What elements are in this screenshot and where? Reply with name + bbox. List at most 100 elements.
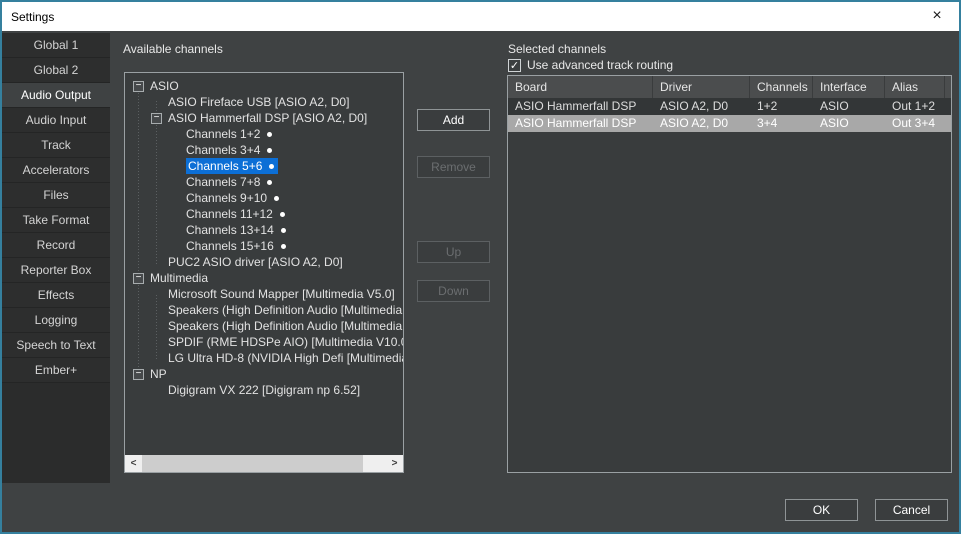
sidebar-item-ember[interactable]: Ember+ [2, 358, 110, 383]
up-button[interactable]: Up [417, 241, 490, 263]
sidebar-item-reporter-box[interactable]: Reporter Box [2, 258, 110, 283]
scrollbar-track[interactable] [363, 455, 386, 472]
down-button[interactable]: Down [417, 280, 490, 302]
column-header-interface[interactable]: Interface [813, 76, 885, 98]
tree-item-label: Channels 1+2 [186, 127, 260, 141]
table-row-selected[interactable]: ASIO Hammerfall DSP ASIO A2, D0 3+4 ASIO… [508, 115, 951, 132]
tree-item-channels-9-10[interactable]: Channels 9+10 [125, 190, 403, 206]
cell-driver: ASIO A2, D0 [653, 115, 750, 132]
tree-item-puc2[interactable]: PUC2 ASIO driver [ASIO A2, D0] [125, 254, 403, 270]
available-channels-tree: −ASIO ASIO Fireface USB [ASIO A2, D0] −A… [124, 72, 404, 473]
advanced-routing-label: Use advanced track routing [527, 58, 673, 72]
dialog-body: Global 1 Global 2 Audio Output Audio Inp… [2, 31, 959, 532]
cell-interface: ASIO [813, 98, 885, 115]
close-icon[interactable]: × [915, 2, 959, 31]
tree-item-fireface[interactable]: ASIO Fireface USB [ASIO A2, D0] [125, 94, 403, 110]
tree-item-channels-3-4[interactable]: Channels 3+4 [125, 142, 403, 158]
collapse-icon[interactable]: − [133, 81, 144, 92]
tree-item-channels-1-2[interactable]: Channels 1+2 [125, 126, 403, 142]
tree-item-label: Channels 13+14 [186, 223, 274, 237]
sidebar-item-accelerators[interactable]: Accelerators [2, 158, 110, 183]
tree-item-label: Channels 11+12 [186, 207, 273, 221]
cell-alias: Out 1+2 [885, 98, 945, 115]
cell-board: ASIO Hammerfall DSP [508, 115, 653, 132]
sidebar-item-record[interactable]: Record [2, 233, 110, 258]
checkbox-checked-icon[interactable]: ✓ [508, 59, 521, 72]
tree-item-lg-ultra[interactable]: LG Ultra HD-8 (NVIDIA High Defi [Multime… [125, 350, 403, 366]
channel-active-dot-icon [267, 132, 272, 137]
collapse-icon[interactable]: − [133, 273, 144, 284]
cancel-button[interactable]: Cancel [875, 499, 948, 521]
sidebar-item-logging[interactable]: Logging [2, 308, 110, 333]
sidebar-item-global-2[interactable]: Global 2 [2, 58, 110, 83]
tree-item-label: Microsoft Sound Mapper [Multimedia V5.0] [168, 287, 395, 301]
tree-item-speakers-1[interactable]: Speakers (High Definition Audio [Multime… [125, 302, 403, 318]
cell-channels: 1+2 [750, 98, 813, 115]
sidebar-item-global-1[interactable]: Global 1 [2, 33, 110, 58]
sidebar-item-effects[interactable]: Effects [2, 283, 110, 308]
sidebar-item-speech-to-text[interactable]: Speech to Text [2, 333, 110, 358]
horizontal-scrollbar[interactable]: < > [125, 455, 403, 472]
column-header-channels[interactable]: Channels [750, 76, 813, 98]
column-header-filler [945, 76, 952, 98]
tree-rows: −ASIO ASIO Fireface USB [ASIO A2, D0] −A… [125, 78, 403, 398]
tree-item-label: Channels 3+4 [186, 143, 260, 157]
tree-item-channels-7-8[interactable]: Channels 7+8 [125, 174, 403, 190]
table-row[interactable]: ASIO Hammerfall DSP ASIO A2, D0 1+2 ASIO… [508, 98, 951, 115]
tree-item-spdif[interactable]: SPDIF (RME HDSPe AIO) [Multimedia V10.0] [125, 334, 403, 350]
remove-button[interactable]: Remove [417, 156, 490, 178]
tree-item-label: NP [150, 367, 167, 381]
tree-item-digigram[interactable]: Digigram VX 222 [Digigram np 6.52] [125, 382, 403, 398]
tree-item-asio[interactable]: −ASIO [125, 78, 403, 94]
channel-active-dot-icon [281, 244, 286, 249]
column-header-alias[interactable]: Alias [885, 76, 945, 98]
tree-item-channels-15-16[interactable]: Channels 15+16 [125, 238, 403, 254]
cell-filler [945, 98, 952, 115]
table-header: Board Driver Channels Interface Alias [508, 76, 951, 98]
tree-item-label: ASIO [150, 79, 179, 93]
tree-selection-highlight: Channels 5+6 [186, 158, 278, 174]
tree-item-multimedia[interactable]: −Multimedia [125, 270, 403, 286]
scrollbar-thumb[interactable] [142, 455, 363, 472]
channel-active-dot-icon [267, 180, 272, 185]
tree-item-channels-11-12[interactable]: Channels 11+12 [125, 206, 403, 222]
cell-alias: Out 3+4 [885, 115, 945, 132]
sidebar-item-take-format[interactable]: Take Format [2, 208, 110, 233]
collapse-icon[interactable]: − [133, 369, 144, 380]
tree-item-label: Speakers (High Definition Audio [Multime… [168, 303, 404, 317]
selected-channels-label: Selected channels [508, 42, 606, 56]
column-header-board[interactable]: Board [508, 76, 653, 98]
settings-dialog: Settings × Global 1 Global 2 Audio Outpu… [0, 0, 961, 534]
tree-item-label: Channels 9+10 [186, 191, 267, 205]
titlebar: Settings × [2, 2, 959, 31]
sidebar-item-audio-input[interactable]: Audio Input [2, 108, 110, 133]
sidebar: Global 1 Global 2 Audio Output Audio Inp… [2, 33, 110, 483]
tree-item-label: Multimedia [150, 271, 208, 285]
sidebar-item-files[interactable]: Files [2, 183, 110, 208]
tree-item-sound-mapper[interactable]: Microsoft Sound Mapper [Multimedia V5.0] [125, 286, 403, 302]
advanced-routing-checkbox-row[interactable]: ✓ Use advanced track routing [508, 58, 673, 72]
tree-item-label: Channels 5+6 [188, 159, 262, 173]
tree-item-channels-5-6[interactable]: Channels 5+6 [125, 158, 403, 174]
sidebar-item-audio-output[interactable]: Audio Output [2, 83, 110, 108]
cell-board: ASIO Hammerfall DSP [508, 98, 653, 115]
tree-item-channels-13-14[interactable]: Channels 13+14 [125, 222, 403, 238]
tree-item-hammerfall[interactable]: −ASIO Hammerfall DSP [ASIO A2, D0] [125, 110, 403, 126]
collapse-icon[interactable]: − [151, 113, 162, 124]
ok-button[interactable]: OK [785, 499, 858, 521]
add-button[interactable]: Add [417, 109, 490, 131]
channel-active-dot-icon [281, 228, 286, 233]
sidebar-item-track[interactable]: Track [2, 133, 110, 158]
cell-interface: ASIO [813, 115, 885, 132]
tree-item-label: SPDIF (RME HDSPe AIO) [Multimedia V10.0] [168, 335, 404, 349]
tree-item-label: ASIO Hammerfall DSP [ASIO A2, D0] [168, 111, 367, 125]
tree-item-label: Speakers (High Definition Audio [Multime… [168, 319, 404, 333]
tree-item-np[interactable]: −NP [125, 366, 403, 382]
tree-item-speakers-2[interactable]: Speakers (High Definition Audio [Multime… [125, 318, 403, 334]
window-title: Settings [11, 10, 54, 24]
scroll-right-icon[interactable]: > [386, 455, 403, 472]
scroll-left-icon[interactable]: < [125, 455, 142, 472]
cell-filler [945, 115, 952, 132]
tree-item-label: ASIO Fireface USB [ASIO A2, D0] [168, 95, 349, 109]
column-header-driver[interactable]: Driver [653, 76, 750, 98]
